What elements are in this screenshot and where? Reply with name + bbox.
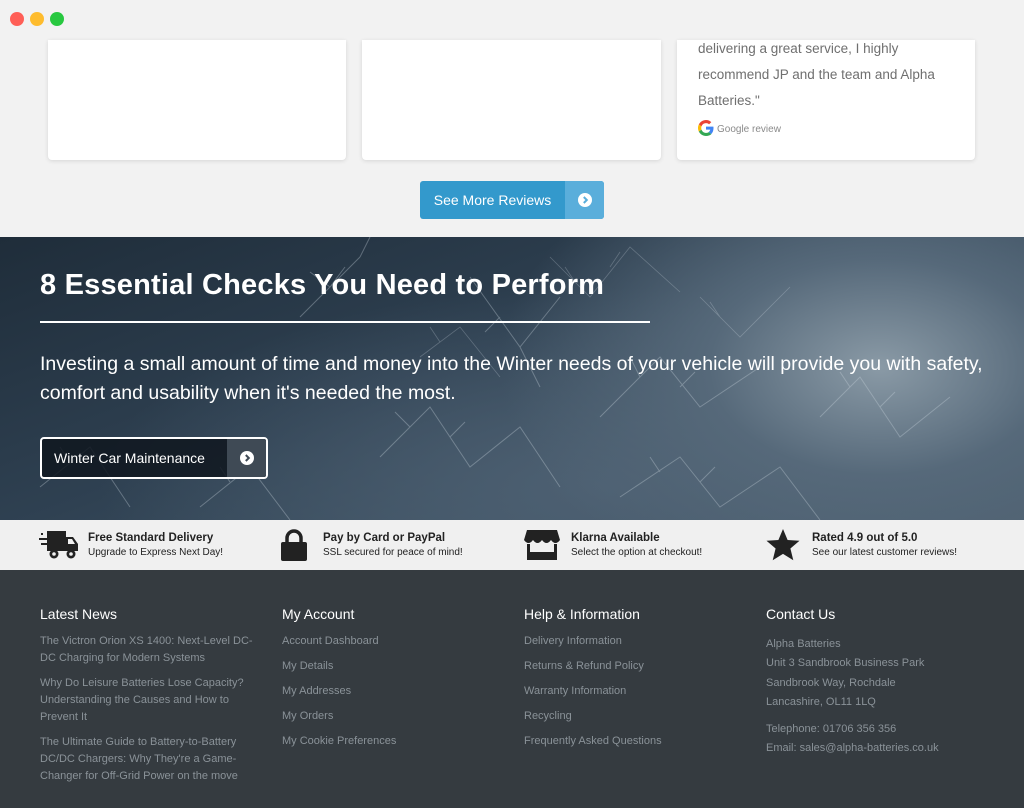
news-link[interactable]: The Ultimate Guide to Battery-to-Battery… [40, 734, 255, 785]
footer-heading: My Account [282, 606, 355, 622]
feature-payment: Pay by Card or PayPal SSL secured for pe… [273, 520, 463, 570]
review-card: delivering a great service, I highly rec… [677, 40, 975, 160]
returns-refund-link[interactable]: Returns & Refund Policy [524, 658, 744, 675]
footer-heading: Help & Information [524, 606, 640, 622]
warranty-information-link[interactable]: Warranty Information [524, 683, 744, 700]
feature-subtitle: Select the option at checkout! [571, 546, 703, 558]
winter-car-maintenance-label: Winter Car Maintenance [54, 450, 205, 466]
review-source: Google review [698, 120, 781, 139]
feature-free-delivery: Free Standard Delivery Upgrade to Expres… [38, 520, 223, 570]
review-text: delivering a great service, I highly rec… [698, 41, 935, 108]
see-more-reviews-label: See More Reviews [433, 192, 552, 208]
account-dashboard-link[interactable]: Account Dashboard [282, 633, 502, 650]
my-orders-link[interactable]: My Orders [282, 708, 502, 725]
feature-subtitle: SSL secured for peace of mind! [323, 546, 463, 558]
winter-checks-banner: 8 Essential Checks You Need to Perform I… [0, 237, 1024, 520]
telephone-link[interactable]: Telephone: 01706 356 356 [766, 720, 986, 739]
my-details-link[interactable]: My Details [282, 658, 502, 675]
recycling-link[interactable]: Recycling [524, 708, 744, 725]
window-titlebar [0, 0, 1024, 40]
close-window-button[interactable] [10, 12, 24, 26]
feature-title: Klarna Available [571, 531, 660, 544]
maximize-window-button[interactable] [50, 12, 64, 26]
site-footer: Latest News The Victron Orion XS 1400: N… [0, 570, 1024, 808]
email-link[interactable]: Email: sales@alpha-batteries.co.uk [766, 739, 986, 758]
delivery-information-link[interactable]: Delivery Information [524, 633, 744, 650]
faq-link[interactable]: Frequently Asked Questions [524, 733, 744, 750]
news-link[interactable]: The Victron Orion XS 1400: Next-Level DC… [40, 633, 255, 667]
address-line: Sandbrook Way, Rochdale [766, 676, 896, 689]
feature-title: Rated 4.9 out of 5.0 [812, 531, 918, 544]
star-icon [762, 528, 804, 562]
reviews-section: delivering a great service, I highly rec… [0, 40, 1024, 237]
feature-subtitle: See our latest customer reviews! [812, 546, 958, 558]
review-card [362, 40, 661, 160]
storefront-icon [521, 528, 563, 562]
feature-klarna: Klarna Available Select the option at ch… [521, 520, 702, 570]
delivery-truck-icon [38, 529, 80, 561]
address-line: Unit 3 Sandbrook Business Park [766, 657, 925, 670]
banner-description: Investing a small amount of time and mon… [40, 353, 983, 404]
minimize-window-button[interactable] [30, 12, 44, 26]
feature-title: Pay by Card or PayPal [323, 531, 446, 544]
feature-subtitle: Upgrade to Express Next Day! [88, 546, 224, 558]
feature-title: Free Standard Delivery [88, 531, 214, 544]
footer-heading: Latest News [40, 606, 118, 622]
chevron-right-circle-icon [565, 181, 604, 219]
banner-title: 8 Essential Checks You Need to Perform [40, 269, 605, 301]
my-addresses-link[interactable]: My Addresses [282, 683, 502, 700]
company-name: Alpha Batteries [766, 638, 841, 650]
banner-divider [40, 321, 650, 323]
footer-heading: Contact Us [766, 606, 836, 622]
cookie-preferences-link[interactable]: My Cookie Preferences [282, 733, 502, 750]
padlock-icon [273, 528, 315, 562]
review-source-label: Google review [717, 124, 781, 135]
see-more-reviews-button[interactable]: See More Reviews [420, 181, 604, 219]
feature-rating[interactable]: Rated 4.9 out of 5.0 See our latest cust… [762, 520, 957, 570]
news-link[interactable]: Why Do Leisure Batteries Lose Capacity? … [40, 675, 255, 726]
address-line: Lancashire, OL11 1LQ [766, 695, 876, 708]
chevron-right-circle-icon [227, 439, 266, 477]
google-logo-icon [698, 120, 714, 139]
winter-car-maintenance-button[interactable]: Winter Car Maintenance [40, 437, 268, 479]
review-card [48, 40, 346, 160]
features-strip: Free Standard Delivery Upgrade to Expres… [0, 520, 1024, 570]
